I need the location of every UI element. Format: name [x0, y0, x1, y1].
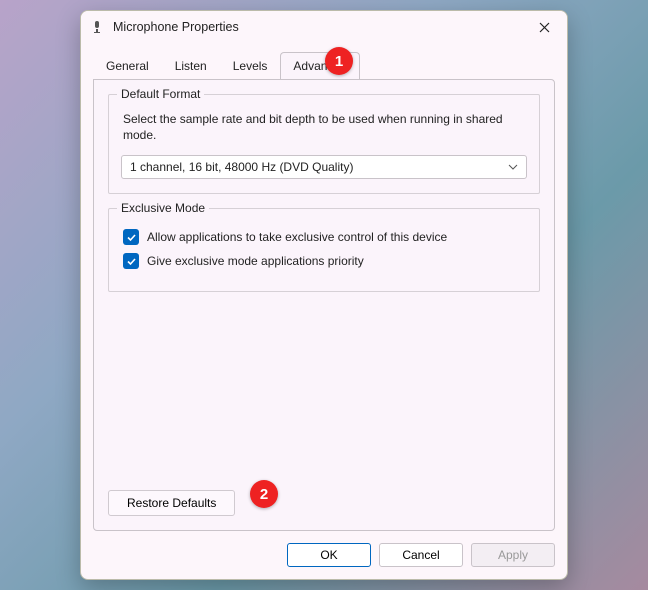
- checkbox-checked-icon: [123, 229, 139, 245]
- restore-defaults-button[interactable]: Restore Defaults: [108, 490, 235, 516]
- exclusive-priority-checkbox[interactable]: Give exclusive mode applications priorit…: [123, 253, 525, 269]
- default-format-legend: Default Format: [117, 87, 204, 101]
- default-format-group: Default Format Select the sample rate an…: [108, 94, 540, 194]
- tab-bar: General Listen Levels Advanced 1: [93, 51, 555, 79]
- default-format-description: Select the sample rate and bit depth to …: [123, 111, 525, 143]
- checkbox-checked-icon: [123, 253, 139, 269]
- sample-rate-select[interactable]: 1 channel, 16 bit, 48000 Hz (DVD Quality…: [121, 155, 527, 179]
- exclusive-mode-group: Exclusive Mode Allow applications to tak…: [108, 208, 540, 292]
- annotation-badge-1: 1: [325, 47, 353, 75]
- close-icon: [539, 22, 550, 33]
- allow-exclusive-control-label: Allow applications to take exclusive con…: [147, 230, 447, 244]
- dialog-title: Microphone Properties: [113, 20, 529, 34]
- microphone-icon: [89, 19, 105, 35]
- titlebar: Microphone Properties: [81, 11, 567, 43]
- tab-levels[interactable]: Levels: [220, 52, 281, 80]
- close-button[interactable]: [529, 15, 559, 39]
- chevron-down-icon: [508, 162, 518, 172]
- dialog-footer: OK Cancel Apply: [81, 531, 567, 579]
- apply-button: Apply: [471, 543, 555, 567]
- sample-rate-selected-value: 1 channel, 16 bit, 48000 Hz (DVD Quality…: [130, 160, 353, 174]
- tab-panel-advanced: Default Format Select the sample rate an…: [93, 79, 555, 531]
- exclusive-mode-legend: Exclusive Mode: [117, 201, 209, 215]
- ok-button[interactable]: OK: [287, 543, 371, 567]
- allow-exclusive-control-checkbox[interactable]: Allow applications to take exclusive con…: [123, 229, 525, 245]
- exclusive-priority-label: Give exclusive mode applications priorit…: [147, 254, 364, 268]
- tab-general[interactable]: General: [93, 52, 162, 80]
- annotation-badge-2: 2: [250, 480, 278, 508]
- cancel-button[interactable]: Cancel: [379, 543, 463, 567]
- tab-listen[interactable]: Listen: [162, 52, 220, 80]
- microphone-properties-dialog: Microphone Properties General Listen Lev…: [80, 10, 568, 580]
